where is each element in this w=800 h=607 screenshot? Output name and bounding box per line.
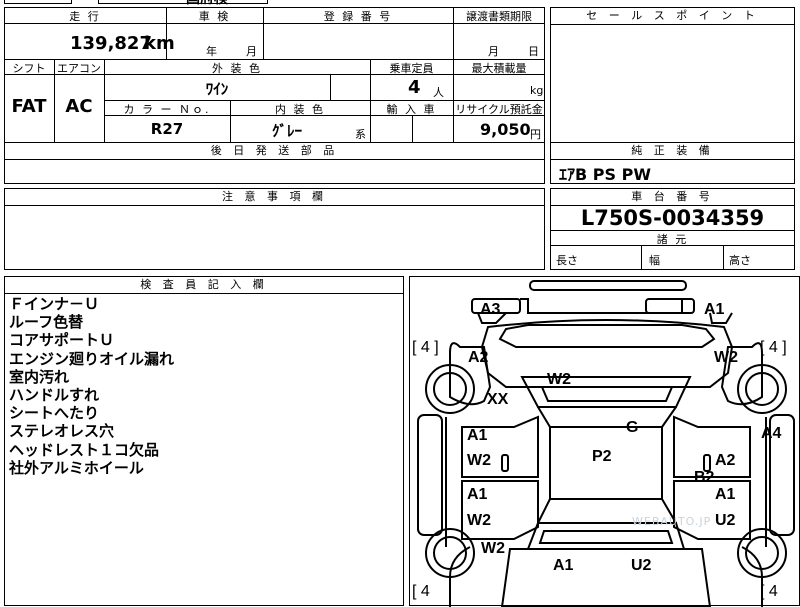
inspection-label: 車 検 [198, 10, 231, 23]
inspection-month-unit: 月 [246, 45, 257, 58]
transfer-day-unit: 日 [528, 45, 539, 58]
interior-color-value: ｸﾞﾚｰ [272, 122, 303, 140]
damage-mark: U2 [631, 557, 652, 574]
damage-mark: W2 [467, 452, 491, 469]
color-no-label: カ ラ ー Ｎｏ. [123, 103, 211, 116]
aircon-value: AC [65, 96, 93, 117]
capacity-label: 乗車定員 [389, 62, 434, 75]
dimension-height: 高さ [729, 254, 751, 267]
inspector-notes-list: Ｆインナ－Ｕ ルーフ色替 コアサポートＵ エンジン廻りオイル漏れ 室内汚れ ハン… [9, 295, 174, 477]
note-line: シートへたり [9, 404, 100, 423]
damage-mark: P2 [592, 448, 612, 465]
note-line: 室内汚れ [9, 367, 70, 386]
inspection-year-unit: 年 [206, 45, 217, 58]
max-load-unit: kg [530, 84, 544, 97]
caution-box: 注 意 事 項 欄 [4, 188, 545, 270]
mileage-unit: km [144, 33, 175, 54]
damage-mark: B2 [694, 469, 715, 486]
note-line: コアサポートＵ [9, 331, 115, 350]
later-parts-box: 後 日 発 送 部 品 [4, 142, 545, 184]
sales-point-label: セ ー ル ス ポ イ ン ト [551, 8, 794, 25]
caution-label: 注 意 事 項 欄 [5, 189, 544, 206]
damage-mark: U2 [715, 512, 736, 529]
exterior-color-value: ﾜｲﾝ [205, 80, 229, 98]
damage-mark: A2 [715, 452, 736, 469]
tire-fl-tread: [ 4 ] [412, 339, 439, 356]
inspector-notes-box: 検 査 員 記 入 欄 Ｆインナ－Ｕ ルーフ色替 コアサポートＵ エンジン廻りオ… [4, 276, 404, 606]
max-load-label: 最大積載量 [471, 62, 527, 75]
aircon-label: エアコン [57, 62, 101, 75]
capacity-value: 4 [408, 77, 421, 98]
note-line: ヘッドレスト１コ欠品 [9, 440, 160, 459]
chassis-label: 車 台 番 号 [551, 189, 794, 206]
mileage-label: 走 行 [69, 10, 101, 23]
interior-color-suffix: 系 [355, 128, 366, 141]
damage-mark: W2 [467, 512, 491, 529]
sales-point-box: セ ー ル ス ポ イ ン ト [550, 7, 795, 143]
note-line: ステレオレス穴 [9, 422, 115, 441]
damage-mark: A2 [468, 349, 489, 366]
damage-mark: XX [487, 391, 509, 408]
mileage-value: 139,827 [70, 33, 152, 54]
note-line: 社外アルミホイール [9, 458, 144, 477]
tire-rl-tread: [ 4 [412, 583, 430, 600]
registration-label: 登 録 番 号 [323, 10, 393, 23]
damage-mark: A3 [480, 301, 501, 318]
chassis-box: 車 台 番 号 L750S-0034359 諸 元 長さ 幅 高さ [550, 188, 795, 270]
genuine-equipment-box: 純 正 装 備 ｴｱB PS PW [550, 142, 795, 184]
note-line: ハンドルすれ [9, 386, 100, 405]
damage-mark: W2 [714, 349, 738, 366]
damage-mark: W2 [481, 540, 505, 557]
tire-rr-tread: [ 4 [760, 583, 778, 600]
damage-mark: A1 [467, 486, 488, 503]
damage-mark: A4 [761, 425, 782, 442]
transfer-deadline-label: 譲渡書類期限 [466, 10, 532, 23]
later-parts-label: 後 日 発 送 部 品 [5, 143, 544, 160]
note-line: エンジン廻りオイル漏れ [9, 349, 175, 368]
note-line: ルーフ色替 [9, 313, 84, 332]
dimension-length: 長さ [556, 254, 578, 267]
inspector-notes-label: 検 査 員 記 入 欄 [5, 277, 403, 294]
damage-mark: W2 [547, 371, 571, 388]
damage-mark: A1 [715, 486, 736, 503]
shift-value: FAT [11, 96, 47, 117]
transfer-month-unit: 月 [488, 45, 499, 58]
damage-mark: A1 [704, 301, 725, 318]
recycle-fee-label: リサイクル預託金 [455, 103, 543, 116]
recycle-fee-value: 9,050 [480, 120, 531, 139]
watermark: WEBAUTO.JP [632, 515, 712, 528]
top-strip [98, 0, 268, 4]
genuine-equipment-value: ｴｱB PS PW [559, 165, 651, 184]
chassis-value: L750S-0034359 [580, 206, 765, 230]
damage-mark: A1 [553, 557, 574, 574]
damage-diagram: WEBAUTO.JP [ 4 ] [ 4 ] [ 4 [ 4 A3 A1 A2 … [409, 276, 800, 607]
top-strip [4, 0, 72, 4]
damage-mark: A1 [467, 427, 488, 444]
capacity-unit: 人 [433, 86, 444, 99]
recycle-fee-unit: 円 [530, 128, 541, 141]
dimension-width: 幅 [649, 254, 660, 267]
color-no-value: R27 [150, 120, 184, 138]
damage-mark: G [626, 419, 639, 436]
note-line: Ｆインナ－Ｕ [9, 295, 100, 313]
shift-label: シフト [12, 62, 46, 75]
genuine-equipment-label: 純 正 装 備 [551, 143, 794, 160]
tire-fr-tread: [ 4 ] [760, 339, 787, 356]
interior-color-label: 内 装 色 [275, 103, 325, 116]
